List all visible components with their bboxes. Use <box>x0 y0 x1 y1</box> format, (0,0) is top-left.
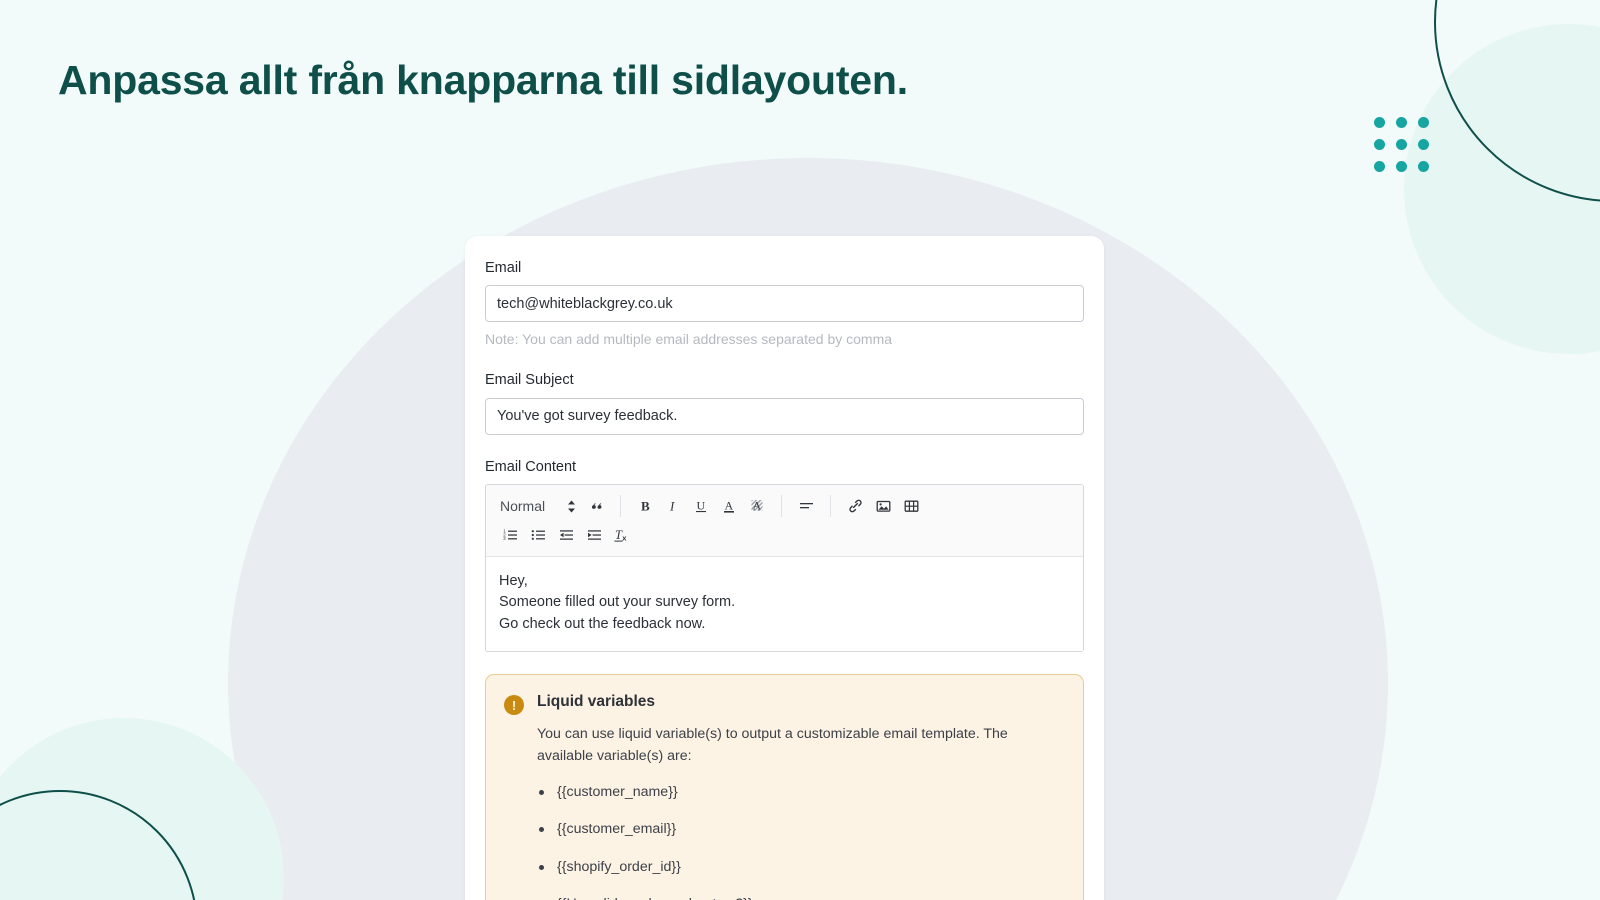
editor-content-area[interactable]: Hey, Someone filled out your survey form… <box>486 556 1083 652</box>
list-item: {{How did you hear about us?}} <box>537 895 1049 900</box>
align-icon[interactable] <box>792 493 820 519</box>
subject-input[interactable] <box>485 397 1084 435</box>
format-select-label: Normal <box>500 498 546 515</box>
page-title: Anpassa allt från knapparna till sidlayo… <box>58 57 908 103</box>
text-color-icon[interactable]: A <box>715 493 743 519</box>
liquid-variable-list: {{customer_name}} {{customer_email}} {{s… <box>537 783 1049 900</box>
subject-field-group: Email Subject <box>485 372 1084 435</box>
svg-text:A: A <box>753 499 762 513</box>
chevron-updown-icon <box>567 500 576 513</box>
highlight-color-icon[interactable]: A <box>743 493 771 519</box>
underline-icon[interactable]: U <box>687 493 715 519</box>
blockquote-icon[interactable] <box>582 493 610 519</box>
list-item: {{customer_name}} <box>537 783 1049 801</box>
image-icon[interactable] <box>869 493 897 519</box>
editor-line: Hey, <box>499 572 528 589</box>
alert-description: You can use liquid variable(s) to output… <box>537 725 1008 764</box>
content-field-group: Email Content Normal B I U A A 1 2 3 T x… <box>485 459 1084 653</box>
toolbar-separator-2 <box>781 495 783 518</box>
list-item: {{customer_email}} <box>537 820 1049 838</box>
video-icon[interactable] <box>897 493 925 519</box>
list-item: {{shopify_order_id}} <box>537 858 1049 876</box>
toolbar-separator-1 <box>620 495 622 518</box>
email-note: Note: You can add multiple email address… <box>485 331 893 348</box>
content-label: Email Content <box>485 458 577 475</box>
email-label: Email <box>485 260 522 276</box>
ordered-list-icon[interactable]: 1 2 3 <box>496 522 524 548</box>
email-field-group: Email Note: You can add multiple email a… <box>485 260 1084 348</box>
outdent-icon[interactable] <box>552 522 580 548</box>
warning-icon: ! <box>504 695 524 716</box>
format-select[interactable]: Normal <box>496 498 582 514</box>
editor-toolbar-row-1: Normal B I U A A <box>496 492 1073 521</box>
svg-text:I: I <box>669 499 675 514</box>
rich-text-editor: Normal B I U A A 1 2 3 T x Hey, Someone … <box>485 483 1084 653</box>
alert-title: Liquid variables <box>537 693 656 711</box>
editor-toolbar: Normal B I U A A 1 2 3 T x <box>486 484 1083 557</box>
svg-text:U: U <box>697 499 706 513</box>
link-icon[interactable] <box>841 493 869 519</box>
svg-text:3: 3 <box>503 537 506 542</box>
bold-icon[interactable]: B <box>631 493 659 519</box>
editor-line: Go check out the feedback now. <box>499 615 706 632</box>
toolbar-separator-3 <box>830 495 832 518</box>
svg-text:x: x <box>622 534 627 543</box>
email-settings-card: Email Note: You can add multiple email a… <box>465 236 1104 900</box>
decor-dot-grid-icon <box>1374 117 1440 183</box>
alert-body: Liquid variables You can use liquid vari… <box>537 693 1049 900</box>
editor-line: Someone filled out your survey form. <box>499 594 736 611</box>
bullet-list-icon[interactable] <box>524 522 552 548</box>
italic-icon[interactable]: I <box>659 493 687 519</box>
clear-format-icon[interactable]: T x <box>608 522 636 548</box>
subject-label: Email Subject <box>485 372 574 389</box>
indent-icon[interactable] <box>580 522 608 548</box>
svg-text:A: A <box>725 499 734 513</box>
editor-toolbar-row-2: 1 2 3 T x <box>496 521 1073 550</box>
email-input[interactable] <box>485 285 1084 323</box>
liquid-variables-alert: ! Liquid variables You can use liquid va… <box>485 674 1084 900</box>
svg-text:B: B <box>641 499 650 514</box>
